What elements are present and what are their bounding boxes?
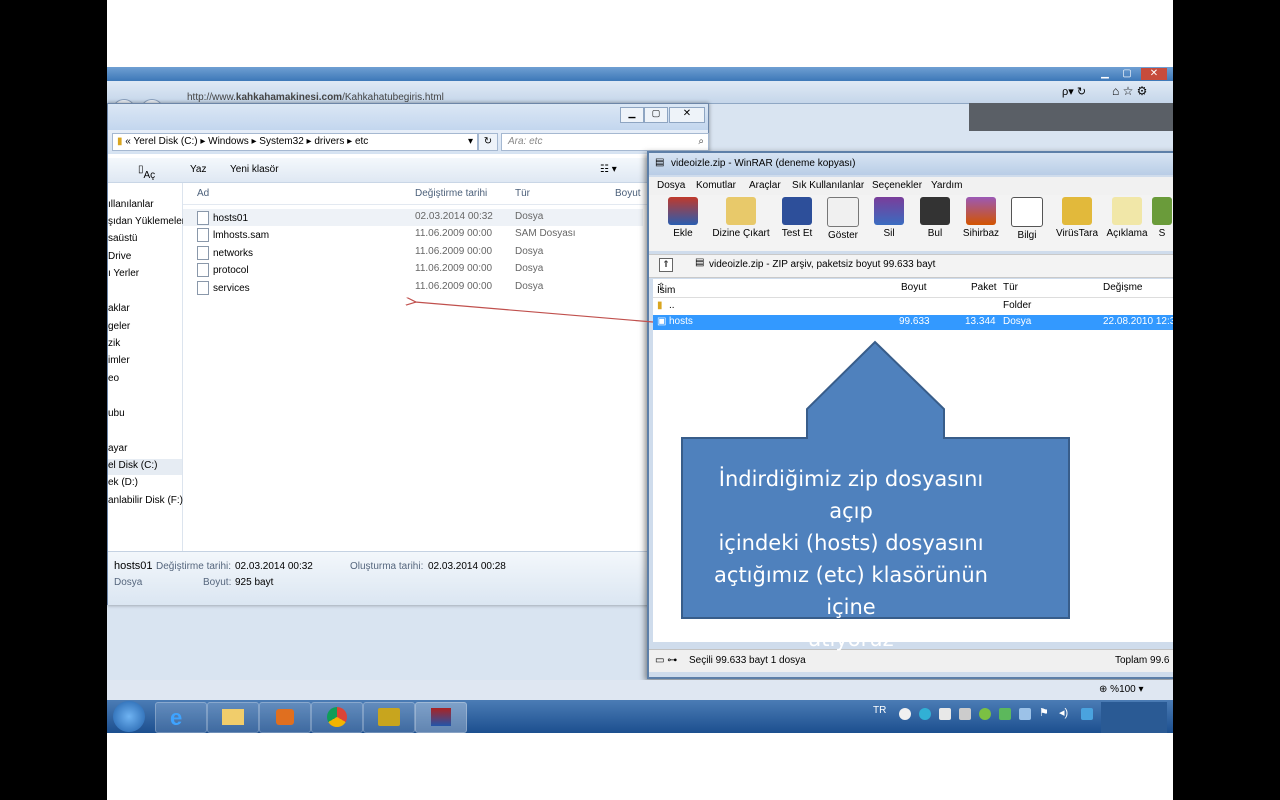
callout-line: İndirdiğimiz zip dosyasını açıp [718, 467, 984, 523]
callout-line: açtığımız (etc) klasörünün içine [714, 563, 988, 619]
callout-text: İndirdiğimiz zip dosyasını açıp içindeki… [697, 463, 1005, 651]
annotation-overlay [107, 0, 1070, 619]
slide: ▁ ▢ ✕ ρ▾ ↻ ⌂ ☆ ⚙ http://www.kahkahamakin… [107, 0, 1173, 800]
callout-line: atıyoruz [808, 627, 894, 651]
annotation-arrow [415, 302, 654, 323]
callout-line: içindeki (hosts) dosyasını [718, 531, 984, 555]
